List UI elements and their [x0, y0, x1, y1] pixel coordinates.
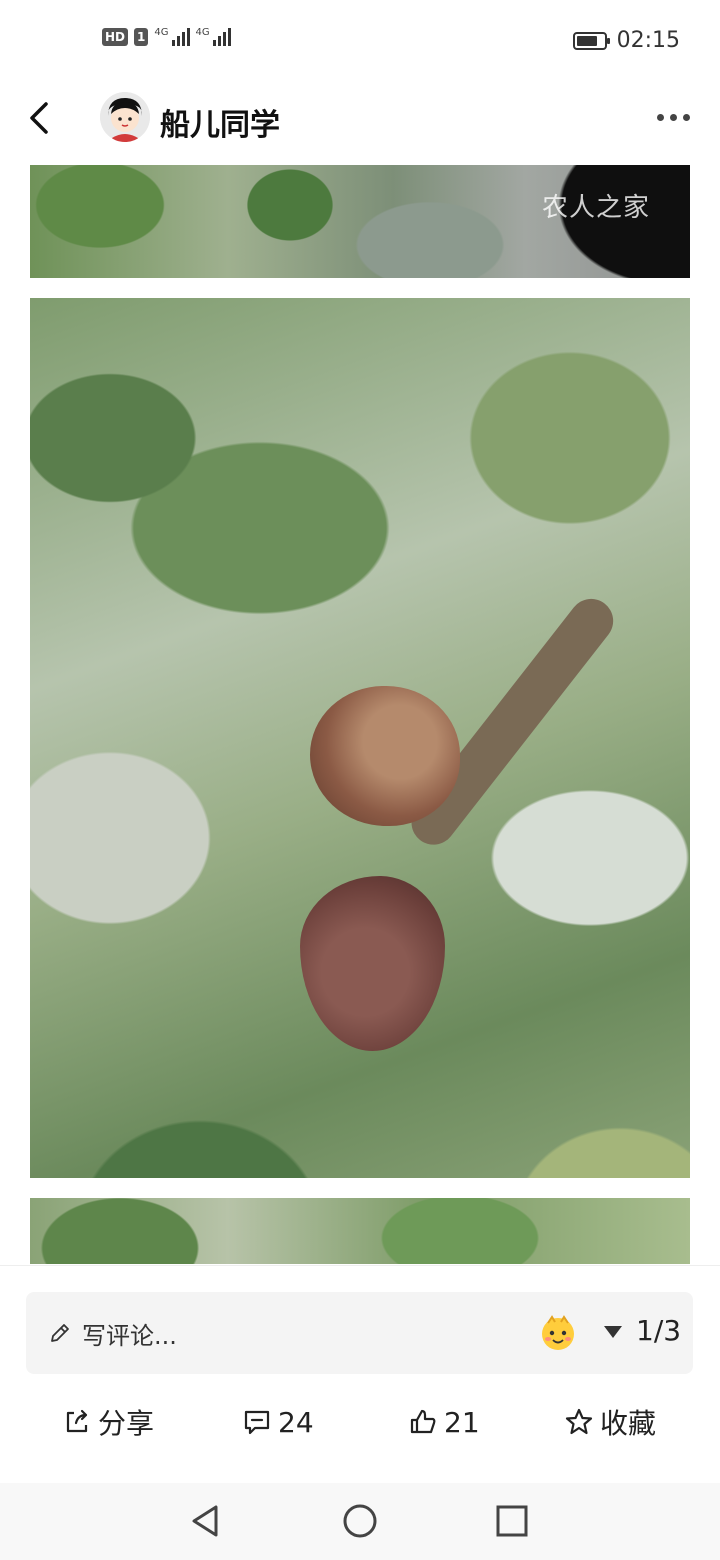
page-indicator: 1/3 [636, 1314, 682, 1347]
avatar[interactable] [100, 92, 150, 142]
comment-placeholder: 写评论... [82, 1322, 177, 1350]
action-bar: 分享 24 21 收藏 [0, 1392, 720, 1452]
nav-home-icon[interactable] [340, 1501, 380, 1541]
sim-badge: 1 [134, 28, 149, 46]
like-button[interactable]: 21 [408, 1392, 480, 1452]
fig-fruit [300, 876, 445, 1051]
post-image-2[interactable] [30, 298, 690, 1178]
username[interactable]: 船儿同学 [160, 100, 280, 144]
signal-icon-2: 4G [196, 27, 231, 46]
favorite-label: 收藏 [600, 1407, 657, 1440]
more-options-icon[interactable] [657, 114, 690, 121]
share-icon [66, 1409, 88, 1433]
comment-input[interactable]: 写评论... 1/3 [26, 1292, 693, 1374]
fig-fruit [310, 686, 460, 826]
pen-icon [51, 1324, 69, 1342]
battery-icon [572, 31, 610, 50]
comment-button[interactable]: 24 [242, 1392, 314, 1452]
signal-icon: 4G [154, 27, 190, 46]
post-header: 船儿同学 [0, 84, 720, 164]
comment-count: 24 [278, 1405, 314, 1439]
status-icons-right: 02:15 [572, 28, 680, 53]
like-count: 21 [444, 1405, 480, 1439]
clock: 02:15 [616, 28, 680, 53]
comment-icon [244, 1410, 270, 1435]
nav-back-icon[interactable] [186, 1501, 226, 1541]
status-icons-left: HD 1 4G 4G [102, 27, 231, 46]
star-icon [565, 1408, 593, 1435]
post-image-1[interactable]: 农人之家 [30, 165, 690, 278]
share-label: 分享 [98, 1407, 155, 1440]
post-image-3[interactable] [30, 1198, 690, 1264]
favorite-button[interactable]: 收藏 [564, 1392, 656, 1452]
hd-badge: HD [102, 28, 129, 46]
share-button[interactable]: 分享 [62, 1392, 154, 1452]
system-nav-bar [0, 1483, 720, 1560]
bottom-action-panel: 写评论... 1/3 分享 24 21 收藏 [0, 1265, 720, 1484]
back-arrow-icon[interactable] [22, 98, 62, 138]
triangle-down-icon[interactable] [604, 1326, 622, 1338]
nav-recent-icon[interactable] [492, 1501, 532, 1541]
emoji-icon[interactable] [538, 1313, 578, 1353]
status-bar: HD 1 4G 4G 02:15 [0, 0, 720, 84]
watermark: 农人之家 [541, 193, 650, 223]
thumbs-up-icon [410, 1409, 436, 1434]
